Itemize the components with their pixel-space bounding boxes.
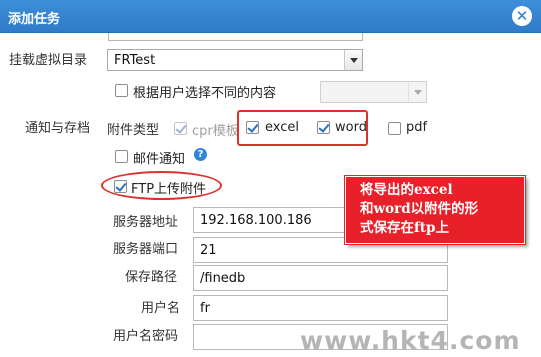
server-address-label: 服务器地址: [113, 215, 179, 230]
cpr-template-checkbox[interactable]: [174, 122, 187, 135]
mount-dir-label: 挂载虚拟目录: [9, 53, 88, 68]
annotation-line: 将导出的excel: [360, 182, 453, 198]
previous-field-edge: [108, 33, 363, 41]
by-user-checkbox[interactable]: [115, 84, 128, 97]
pdf-checkbox[interactable]: [388, 122, 401, 135]
by-user-label: 根据用户选择不同的内容: [133, 86, 277, 101]
chevron-down-icon[interactable]: [408, 82, 426, 102]
dialog-title: 添加任务: [8, 12, 61, 27]
email-notify-label: 邮件通知: [133, 152, 186, 167]
help-icon[interactable]: ?: [194, 148, 207, 161]
chevron-down-icon[interactable]: [344, 50, 362, 70]
pdf-label: pdf: [406, 120, 428, 135]
notify-label: 通知与存档: [25, 121, 91, 136]
attach-type-label: 附件类型: [107, 123, 160, 138]
by-user-select[interactable]: [320, 81, 427, 103]
highlight-box: [237, 110, 368, 146]
save-path-field[interactable]: [193, 265, 448, 291]
highlight-oval: [101, 171, 222, 200]
save-path-label: 保存路径: [125, 270, 178, 285]
server-port-label: 服务器端口: [113, 242, 179, 257]
email-notify-checkbox[interactable]: [115, 150, 128, 163]
annotation-line: 式保存在ftp上: [360, 220, 449, 236]
username-field[interactable]: [193, 295, 448, 321]
watermark: www.hkt4.com: [300, 326, 521, 355]
dialog-titlebar: 添加任务 ✕: [0, 0, 541, 33]
username-input[interactable]: [194, 296, 447, 320]
mount-dir-select[interactable]: FRTest: [107, 49, 363, 71]
mount-dir-value: FRTest: [114, 53, 156, 68]
save-path-input[interactable]: [194, 266, 447, 290]
annotation-callout: 将导出的excel 和word以附件的形 式保存在ftp上: [345, 176, 525, 244]
annotation-line: 和word以附件的形: [360, 201, 479, 217]
cpr-template-label: cpr模板: [192, 124, 239, 139]
close-icon[interactable]: ✕: [512, 6, 532, 26]
username-label: 用户名: [141, 301, 181, 316]
password-label: 用户名密码: [113, 329, 179, 344]
